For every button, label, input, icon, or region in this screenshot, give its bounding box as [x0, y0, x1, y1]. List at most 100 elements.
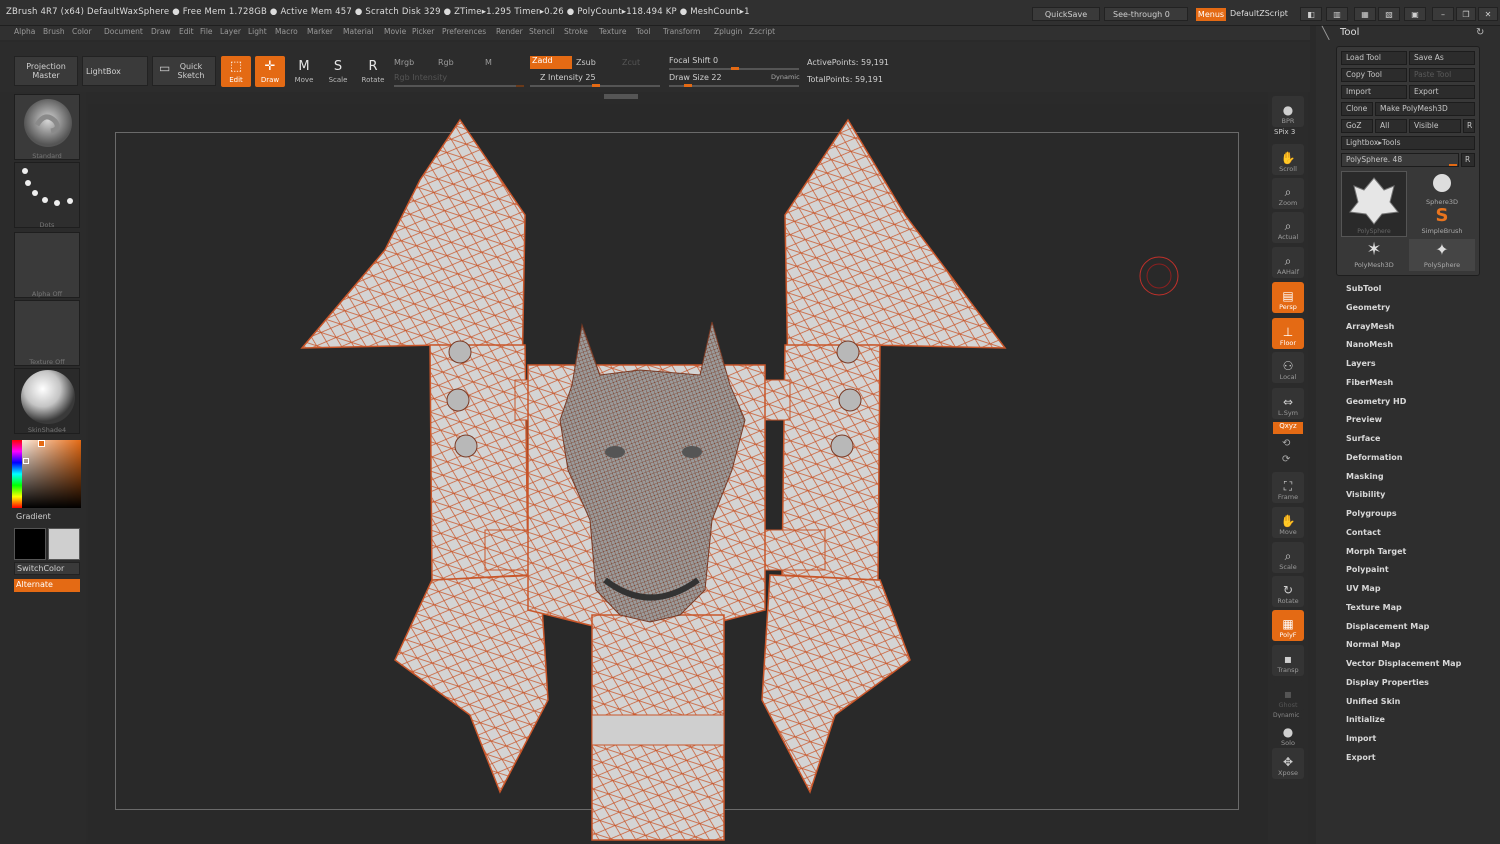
scale-view-button[interactable]: ⌕ Scale — [1272, 542, 1304, 573]
right-axe-lower-blade — [761, 574, 911, 794]
section-subtool[interactable]: SubTool — [1346, 284, 1381, 293]
section-visibility[interactable]: Visibility — [1346, 490, 1385, 499]
local-label: Local — [1279, 373, 1297, 381]
rotate-z-icon[interactable]: ⟳ — [1282, 454, 1290, 465]
solo-button[interactable]: ● Solo — [1272, 718, 1304, 749]
section-polygroups[interactable]: Polygroups — [1346, 509, 1397, 518]
floor-icon: ⊥ — [1282, 325, 1294, 339]
persp-button[interactable]: ▤ Persp — [1272, 282, 1304, 313]
lsym-icon: ⇔ — [1282, 395, 1294, 409]
import-button[interactable]: Import — [1341, 85, 1407, 99]
export-button[interactable]: Export — [1409, 85, 1475, 99]
section-nanomesh[interactable]: NanoMesh — [1346, 340, 1393, 349]
section-import[interactable]: Import — [1346, 734, 1376, 743]
tool-subpanel: Load Tool Save As Copy Tool Paste Tool I… — [1336, 46, 1480, 276]
section-contact[interactable]: Contact — [1346, 528, 1381, 537]
ghost-icon: ▪ — [1283, 687, 1293, 701]
section-geometry-hd[interactable]: Geometry HD — [1346, 397, 1406, 406]
move-hand-icon: ✋ — [1280, 514, 1296, 528]
frame-icon: ⛶ — [1283, 479, 1293, 493]
actual-button[interactable]: ⌕ Actual — [1272, 212, 1304, 243]
polysphere-thumbnail[interactable]: PolySphere — [1341, 171, 1407, 237]
polysphere-2-label: PolySphere — [1423, 261, 1461, 269]
scroll-button[interactable]: ✋ Scroll — [1272, 144, 1304, 175]
polymesh3d-star-icon: ✶ — [1366, 239, 1382, 260]
polyf-grid-icon: ▦ — [1282, 617, 1294, 631]
section-polypaint[interactable]: Polypaint — [1346, 565, 1389, 574]
goz-visible-button[interactable]: Visible — [1409, 119, 1461, 133]
move-view-button[interactable]: ✋ Move — [1272, 507, 1304, 538]
goz-r-button[interactable]: R — [1463, 119, 1475, 133]
polyf-button[interactable]: ▦ PolyF — [1272, 610, 1304, 641]
bpr-button[interactable]: ● BPR — [1272, 96, 1304, 127]
sphere3d-icon — [1433, 174, 1451, 192]
sphere3d-thumbnail[interactable]: Sphere3D — [1409, 171, 1475, 206]
section-texture-map[interactable]: Texture Map — [1346, 603, 1402, 612]
xpose-button[interactable]: ✥ Xpose — [1272, 748, 1304, 779]
polysphere-thumb-label: PolySphere — [1357, 228, 1391, 235]
copy-tool-button[interactable]: Copy Tool — [1341, 68, 1407, 82]
ghost-label: Ghost — [1278, 701, 1298, 709]
current-tool-slider[interactable]: PolySphere. 48 — [1341, 153, 1459, 167]
section-arraymesh[interactable]: ArrayMesh — [1346, 322, 1394, 331]
section-normal-map[interactable]: Normal Map — [1346, 640, 1400, 649]
section-initialize[interactable]: Initialize — [1346, 715, 1385, 724]
refresh-icon[interactable]: ↻ — [1476, 27, 1484, 38]
actual-icon: ⌕ — [1284, 219, 1292, 233]
xpose-label: Xpose — [1278, 769, 1298, 777]
section-display-properties[interactable]: Display Properties — [1346, 678, 1429, 687]
goz-button[interactable]: GoZ — [1341, 119, 1373, 133]
lightbox-tools-button[interactable]: Lightbox▸Tools — [1341, 136, 1475, 150]
solo-icon: ● — [1282, 725, 1294, 739]
section-vector-displacement-map[interactable]: Vector Displacement Map — [1346, 659, 1461, 668]
section-uv-map[interactable]: UV Map — [1346, 584, 1381, 593]
lsym-label: L.Sym — [1278, 409, 1298, 417]
local-button[interactable]: ⚇ Local — [1272, 352, 1304, 383]
frame-label: Frame — [1277, 493, 1299, 501]
section-fibermesh[interactable]: FiberMesh — [1346, 378, 1393, 387]
section-morph-target[interactable]: Morph Target — [1346, 547, 1406, 556]
transp-button[interactable]: ▪ Transp — [1272, 645, 1304, 676]
section-masking[interactable]: Masking — [1346, 472, 1384, 481]
rotate-y-icon[interactable]: ⟲ — [1282, 438, 1290, 449]
section-displacement-map[interactable]: Displacement Map — [1346, 622, 1429, 631]
make-polymesh-button[interactable]: Make PolyMesh3D — [1375, 102, 1475, 116]
frame-button[interactable]: ⛶ Frame — [1272, 472, 1304, 503]
zoom-button[interactable]: ⌕ Zoom — [1272, 178, 1304, 209]
floor-button[interactable]: ⊥ Floor — [1272, 318, 1304, 349]
floor-label: Floor — [1279, 339, 1297, 347]
lsym-button[interactable]: ⇔ L.Sym — [1272, 388, 1304, 419]
right-axe-blade — [784, 118, 1007, 382]
polysphere-2-icon: ✦ — [1435, 240, 1449, 259]
section-surface[interactable]: Surface — [1346, 434, 1380, 443]
polysphere-2-thumbnail[interactable]: ✦ PolySphere — [1409, 239, 1475, 271]
spix-slider[interactable]: SPix 3 — [1274, 128, 1295, 136]
left-axe-blade — [300, 118, 526, 382]
tool-r-button[interactable]: R — [1461, 153, 1475, 167]
load-tool-button[interactable]: Load Tool — [1341, 51, 1407, 65]
simplebrush-label: SimpleBrush — [1421, 227, 1463, 235]
section-layers[interactable]: Layers — [1346, 359, 1376, 368]
rotate-view-button[interactable]: ↻ Rotate — [1272, 576, 1304, 607]
persp-icon: ▤ — [1282, 289, 1294, 303]
polymesh3d-thumbnail[interactable]: ✶ PolyMesh3D — [1341, 239, 1407, 271]
xyz-button[interactable]: Qxyz — [1273, 422, 1303, 434]
ghost-button[interactable]: ▪ Ghost — [1272, 680, 1304, 711]
section-unified-skin[interactable]: Unified Skin — [1346, 697, 1400, 706]
section-preview[interactable]: Preview — [1346, 415, 1382, 424]
rotate-view-label: Rotate — [1277, 597, 1299, 605]
bpr-label: BPR — [1281, 117, 1295, 125]
section-geometry[interactable]: Geometry — [1346, 303, 1390, 312]
aahalf-label: AAHalf — [1276, 268, 1300, 276]
simplebrush-thumbnail[interactable]: S SimpleBrush — [1409, 205, 1475, 237]
polysphere-mesh-icon — [1349, 177, 1399, 225]
paste-tool-button[interactable]: Paste Tool — [1409, 68, 1475, 82]
section-export[interactable]: Export — [1346, 753, 1376, 762]
section-deformation[interactable]: Deformation — [1346, 453, 1402, 462]
goz-all-button[interactable]: All — [1375, 119, 1407, 133]
save-as-button[interactable]: Save As — [1409, 51, 1475, 65]
clone-button[interactable]: Clone — [1341, 102, 1373, 116]
polymesh3d-label: PolyMesh3D — [1354, 261, 1394, 269]
aahalf-icon: ⌕ — [1284, 254, 1292, 268]
aahalf-button[interactable]: ⌕ AAHalf — [1272, 247, 1304, 278]
